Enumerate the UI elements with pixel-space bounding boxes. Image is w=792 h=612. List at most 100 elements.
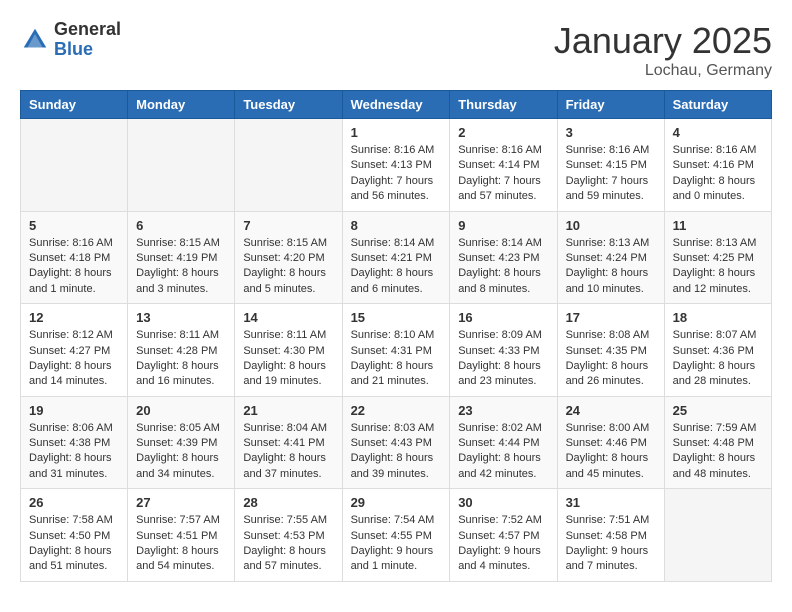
calendar-day-cell: 20 Sunrise: 8:05 AMSunset: 4:39 PMDayligh… [128, 396, 235, 489]
day-info: Sunrise: 8:13 AMSunset: 4:24 PMDaylight:… [566, 236, 656, 298]
calendar-day-cell: 10 Sunrise: 8:13 AMSunset: 4:24 PMDayligh… [557, 211, 664, 304]
day-number: 25 [673, 403, 763, 418]
calendar-day-cell: 31 Sunrise: 7:51 AMSunset: 4:58 PMDayligh… [557, 489, 664, 582]
calendar-day-cell [21, 119, 128, 212]
calendar-day-cell: 16 Sunrise: 8:09 AMSunset: 4:33 PMDayligh… [450, 304, 557, 397]
day-info: Sunrise: 8:16 AMSunset: 4:18 PMDaylight:… [29, 236, 119, 298]
calendar-day-cell [664, 489, 771, 582]
day-of-week-header: Monday [128, 91, 235, 119]
calendar-day-cell: 13 Sunrise: 8:11 AMSunset: 4:28 PMDayligh… [128, 304, 235, 397]
calendar-day-cell: 25Sunrise: 7:59 AMSunset: 4:48 PMDayligh… [664, 396, 771, 489]
day-number: 16 [458, 310, 548, 325]
day-number: 26 [29, 495, 119, 510]
day-number: 24 [566, 403, 656, 418]
day-number: 31 [566, 495, 656, 510]
day-info: Sunrise: 8:16 AMSunset: 4:16 PMDaylight:… [673, 143, 763, 205]
day-number: 1 [351, 125, 442, 140]
calendar-day-cell: 14 Sunrise: 8:11 AMSunset: 4:30 PMDayligh… [235, 304, 342, 397]
day-number: 14 [243, 310, 333, 325]
day-info: Sunrise: 8:10 AMSunset: 4:31 PMDaylight:… [351, 328, 442, 390]
day-info: Sunrise: 8:16 AMSunset: 4:13 PMDaylight:… [351, 143, 442, 205]
calendar-day-cell: 3 Sunrise: 8:16 AMSunset: 4:15 PMDaylight… [557, 119, 664, 212]
day-info: Sunrise: 8:04 AMSunset: 4:41 PMDaylight:… [243, 421, 333, 483]
day-number: 23 [458, 403, 548, 418]
calendar-day-cell: 18Sunrise: 8:07 AMSunset: 4:36 PMDayligh… [664, 304, 771, 397]
day-info: Sunrise: 7:51 AMSunset: 4:58 PMDaylight:… [566, 513, 656, 575]
day-number: 21 [243, 403, 333, 418]
calendar-day-cell: 28Sunrise: 7:55 AMSunset: 4:53 PMDayligh… [235, 489, 342, 582]
calendar-table: SundayMondayTuesdayWednesdayThursdayFrid… [20, 90, 772, 582]
day-number: 19 [29, 403, 119, 418]
day-info: Sunrise: 8:11 AMSunset: 4:30 PMDaylight:… [243, 328, 333, 390]
day-info: Sunrise: 8:13 AMSunset: 4:25 PMDaylight:… [673, 236, 763, 298]
day-info: Sunrise: 8:08 AMSunset: 4:35 PMDaylight:… [566, 328, 656, 390]
day-of-week-header: Saturday [664, 91, 771, 119]
day-number: 22 [351, 403, 442, 418]
day-number: 18 [673, 310, 763, 325]
day-number: 15 [351, 310, 442, 325]
day-info: Sunrise: 8:11 AMSunset: 4:28 PMDaylight:… [136, 328, 226, 390]
calendar-day-cell: 6 Sunrise: 8:15 AMSunset: 4:19 PMDaylight… [128, 211, 235, 304]
day-number: 20 [136, 403, 226, 418]
day-number: 13 [136, 310, 226, 325]
day-number: 11 [673, 218, 763, 233]
calendar-day-cell [235, 119, 342, 212]
logo-blue-text: Blue [54, 40, 121, 60]
day-info: Sunrise: 8:15 AMSunset: 4:20 PMDaylight:… [243, 236, 333, 298]
day-number: 12 [29, 310, 119, 325]
calendar-day-cell: 9 Sunrise: 8:14 AMSunset: 4:23 PMDaylight… [450, 211, 557, 304]
calendar-day-cell: 23 Sunrise: 8:02 AMSunset: 4:44 PMDayligh… [450, 396, 557, 489]
day-number: 9 [458, 218, 548, 233]
day-number: 2 [458, 125, 548, 140]
calendar-week-row: 19Sunrise: 8:06 AMSunset: 4:38 PMDayligh… [21, 396, 772, 489]
calendar-week-row: 5Sunrise: 8:16 AMSunset: 4:18 PMDaylight… [21, 211, 772, 304]
day-info: Sunrise: 8:16 AMSunset: 4:14 PMDaylight:… [458, 143, 548, 205]
calendar-day-cell: 12 Sunrise: 8:12 AMSunset: 4:27 PMDayligh… [21, 304, 128, 397]
calendar-day-cell: 26 Sunrise: 7:58 AMSunset: 4:50 PMDayligh… [21, 489, 128, 582]
calendar-day-cell: 30Sunrise: 7:52 AMSunset: 4:57 PMDayligh… [450, 489, 557, 582]
day-info: Sunrise: 8:05 AMSunset: 4:39 PMDaylight:… [136, 421, 226, 483]
day-info: Sunrise: 8:12 AMSunset: 4:27 PMDaylight:… [29, 328, 119, 390]
day-info: Sunrise: 7:57 AMSunset: 4:51 PMDaylight:… [136, 513, 226, 575]
calendar-day-cell: 22 Sunrise: 8:03 AMSunset: 4:43 PMDayligh… [342, 396, 450, 489]
title-block: January 2025 Lochau, Germany [554, 20, 772, 80]
location-subtitle: Lochau, Germany [554, 62, 772, 80]
day-of-week-header: Wednesday [342, 91, 450, 119]
day-info: Sunrise: 8:09 AMSunset: 4:33 PMDaylight:… [458, 328, 548, 390]
day-number: 7 [243, 218, 333, 233]
day-number: 3 [566, 125, 656, 140]
calendar-day-cell: 8Sunrise: 8:14 AMSunset: 4:21 PMDaylight… [342, 211, 450, 304]
day-of-week-header: Tuesday [235, 91, 342, 119]
day-info: Sunrise: 7:54 AMSunset: 4:55 PMDaylight:… [351, 513, 442, 575]
day-info: Sunrise: 8:15 AMSunset: 4:19 PMDaylight:… [136, 236, 226, 298]
day-number: 30 [458, 495, 548, 510]
day-info: Sunrise: 8:14 AMSunset: 4:21 PMDaylight:… [351, 236, 442, 298]
calendar-day-cell [128, 119, 235, 212]
day-info: Sunrise: 7:55 AMSunset: 4:53 PMDaylight:… [243, 513, 333, 575]
day-info: Sunrise: 8:02 AMSunset: 4:44 PMDaylight:… [458, 421, 548, 483]
calendar-day-cell: 2 Sunrise: 8:16 AMSunset: 4:14 PMDaylight… [450, 119, 557, 212]
logo-icon [20, 25, 50, 55]
calendar-day-cell: 24Sunrise: 8:00 AMSunset: 4:46 PMDayligh… [557, 396, 664, 489]
calendar-day-cell: 11 Sunrise: 8:13 AMSunset: 4:25 PMDayligh… [664, 211, 771, 304]
calendar-day-cell: 21 Sunrise: 8:04 AMSunset: 4:41 PMDayligh… [235, 396, 342, 489]
day-number: 10 [566, 218, 656, 233]
calendar-day-cell: 4Sunrise: 8:16 AMSunset: 4:16 PMDaylight… [664, 119, 771, 212]
calendar-day-cell: 19Sunrise: 8:06 AMSunset: 4:38 PMDayligh… [21, 396, 128, 489]
calendar-day-cell: 7 Sunrise: 8:15 AMSunset: 4:20 PMDaylight… [235, 211, 342, 304]
logo-general-text: General [54, 20, 121, 40]
calendar-day-cell: 1 Sunrise: 8:16 AMSunset: 4:13 PMDaylight… [342, 119, 450, 212]
day-info: Sunrise: 8:14 AMSunset: 4:23 PMDaylight:… [458, 236, 548, 298]
calendar-day-cell: 29 Sunrise: 7:54 AMSunset: 4:55 PMDayligh… [342, 489, 450, 582]
day-info: Sunrise: 7:58 AMSunset: 4:50 PMDaylight:… [29, 513, 119, 575]
day-number: 6 [136, 218, 226, 233]
calendar-day-cell: 27Sunrise: 7:57 AMSunset: 4:51 PMDayligh… [128, 489, 235, 582]
calendar-day-cell: 17Sunrise: 8:08 AMSunset: 4:35 PMDayligh… [557, 304, 664, 397]
calendar-week-row: 12 Sunrise: 8:12 AMSunset: 4:27 PMDayligh… [21, 304, 772, 397]
month-year-title: January 2025 [554, 20, 772, 62]
day-info: Sunrise: 8:03 AMSunset: 4:43 PMDaylight:… [351, 421, 442, 483]
day-of-week-header: Friday [557, 91, 664, 119]
calendar-week-row: 26 Sunrise: 7:58 AMSunset: 4:50 PMDayligh… [21, 489, 772, 582]
day-info: Sunrise: 8:16 AMSunset: 4:15 PMDaylight:… [566, 143, 656, 205]
day-number: 29 [351, 495, 442, 510]
